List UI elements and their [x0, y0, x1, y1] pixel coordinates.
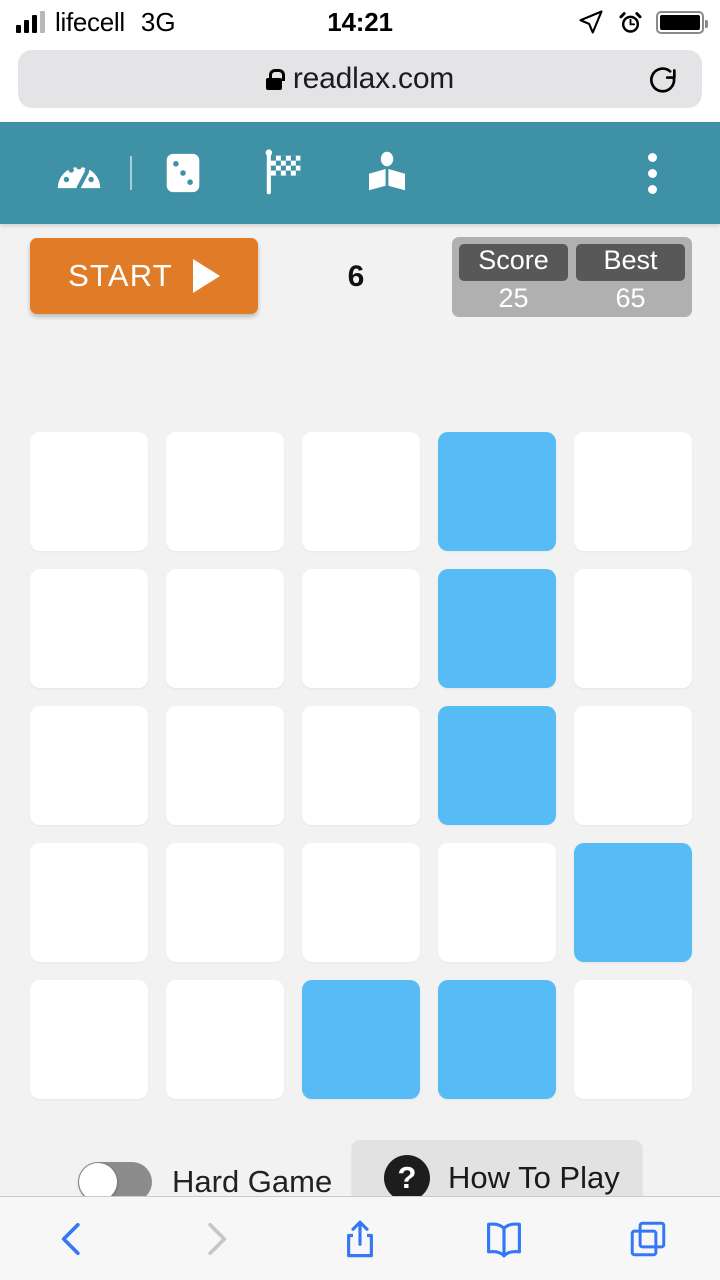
grid-cell-r2-c5[interactable]: [574, 569, 692, 688]
nav-item-reader[interactable]: [336, 122, 438, 224]
bookmarks-button[interactable]: [432, 1197, 576, 1280]
score-cell: Score 25: [459, 244, 568, 313]
hard-game-label: Hard Game: [172, 1164, 333, 1199]
reader-book-icon: [369, 151, 405, 191]
network-type-label: 3G: [140, 6, 176, 37]
grid-cell-r4-c4[interactable]: [438, 843, 556, 962]
grid-cell-r3-c3[interactable]: [302, 706, 420, 825]
phone-screen: lifecell 3G 14:21 readlax.com START 6 Sc…: [0, 0, 720, 1280]
grid-cell-r2-c2[interactable]: [166, 569, 284, 688]
score-value: 25: [498, 282, 529, 313]
grid-cell-r1-c5[interactable]: [574, 432, 692, 551]
status-bar: lifecell 3G 14:21: [0, 0, 720, 44]
game-controls: START 6 Score 25 Best 65: [0, 224, 720, 352]
url-display: readlax.com: [265, 62, 455, 96]
nav-item-race[interactable]: [234, 122, 336, 224]
status-right: [577, 8, 708, 36]
dice-icon: [166, 153, 200, 193]
more-vertical-icon-dot3: [647, 184, 657, 194]
grid-cell-r1-c2[interactable]: [166, 432, 284, 551]
battery-icon: [656, 10, 708, 34]
game-grid: [30, 432, 692, 1099]
grid-cell-r4-c1[interactable]: [30, 843, 148, 962]
browser-address-area: readlax.com: [0, 44, 720, 122]
grid-cell-r5-c1[interactable]: [30, 980, 148, 1099]
overflow-menu-button[interactable]: [612, 122, 692, 224]
best-cell: Best 65: [576, 244, 685, 313]
carrier-label: lifecell: [55, 6, 125, 37]
address-bar[interactable]: readlax.com: [18, 50, 702, 108]
app-navigation-bar: [0, 122, 720, 224]
location-arrow-icon: [579, 10, 603, 34]
nav-item-speed[interactable]: [28, 122, 130, 224]
back-chevron-icon: [61, 1222, 80, 1255]
alarm-clock-icon: [619, 11, 642, 33]
question-mark-icon: ?: [384, 1155, 430, 1201]
play-triangle-icon: [192, 259, 220, 293]
grid-cell-r3-c5[interactable]: [574, 706, 692, 825]
grid-cell-r4-c3[interactable]: [302, 843, 420, 962]
start-button[interactable]: START: [30, 238, 258, 314]
grid-cell-r3-c2[interactable]: [166, 706, 284, 825]
lock-icon: [265, 68, 285, 90]
signal-bars-icon: [16, 11, 45, 33]
tabs-button[interactable]: [576, 1197, 720, 1280]
grid-cell-r5-c2[interactable]: [166, 980, 284, 1099]
share-icon: [347, 1220, 373, 1257]
nav-item-dice[interactable]: [132, 122, 234, 224]
grid-cell-r2-c4[interactable]: [438, 569, 556, 688]
back-button[interactable]: [0, 1197, 144, 1280]
speedometer-icon: [57, 164, 101, 190]
url-text: readlax.com: [292, 62, 455, 95]
grid-cell-r1-c3[interactable]: [302, 432, 420, 551]
status-left: lifecell 3G: [16, 7, 176, 38]
checkered-flag-icon: [265, 149, 301, 195]
app-nav-items: [28, 122, 438, 224]
reload-icon[interactable]: [646, 62, 680, 96]
grid-cell-r2-c3[interactable]: [302, 569, 420, 688]
grid-cell-r5-c5[interactable]: [574, 980, 692, 1099]
grid-cell-r3-c1[interactable]: [30, 706, 148, 825]
best-value: 65: [615, 282, 646, 313]
more-vertical-icon: [647, 152, 657, 162]
how-to-play-label: How To Play: [448, 1160, 620, 1195]
grid-cell-r1-c4[interactable]: [438, 432, 556, 551]
grid-cell-r5-c3[interactable]: [302, 980, 420, 1099]
more-vertical-icon-dot2: [647, 168, 657, 178]
forward-button[interactable]: [144, 1197, 288, 1280]
grid-cell-r3-c4[interactable]: [438, 706, 556, 825]
forward-chevron-icon: [208, 1222, 227, 1255]
grid-cell-r1-c1[interactable]: [30, 432, 148, 551]
grid-cell-r5-c4[interactable]: [438, 980, 556, 1099]
score-label: Score: [459, 244, 568, 281]
book-icon: [487, 1222, 521, 1257]
browser-toolbar: [0, 1196, 720, 1280]
grid-cell-r4-c2[interactable]: [166, 843, 284, 962]
grid-cell-r4-c5[interactable]: [574, 843, 692, 962]
round-counter: 6: [347, 260, 365, 293]
share-button[interactable]: [288, 1197, 432, 1280]
tabs-icon: [630, 1221, 666, 1256]
best-label: Best: [576, 244, 685, 281]
score-panel: Score 25 Best 65: [452, 237, 692, 317]
grid-cell-r2-c1[interactable]: [30, 569, 148, 688]
start-button-label: START: [68, 258, 173, 293]
